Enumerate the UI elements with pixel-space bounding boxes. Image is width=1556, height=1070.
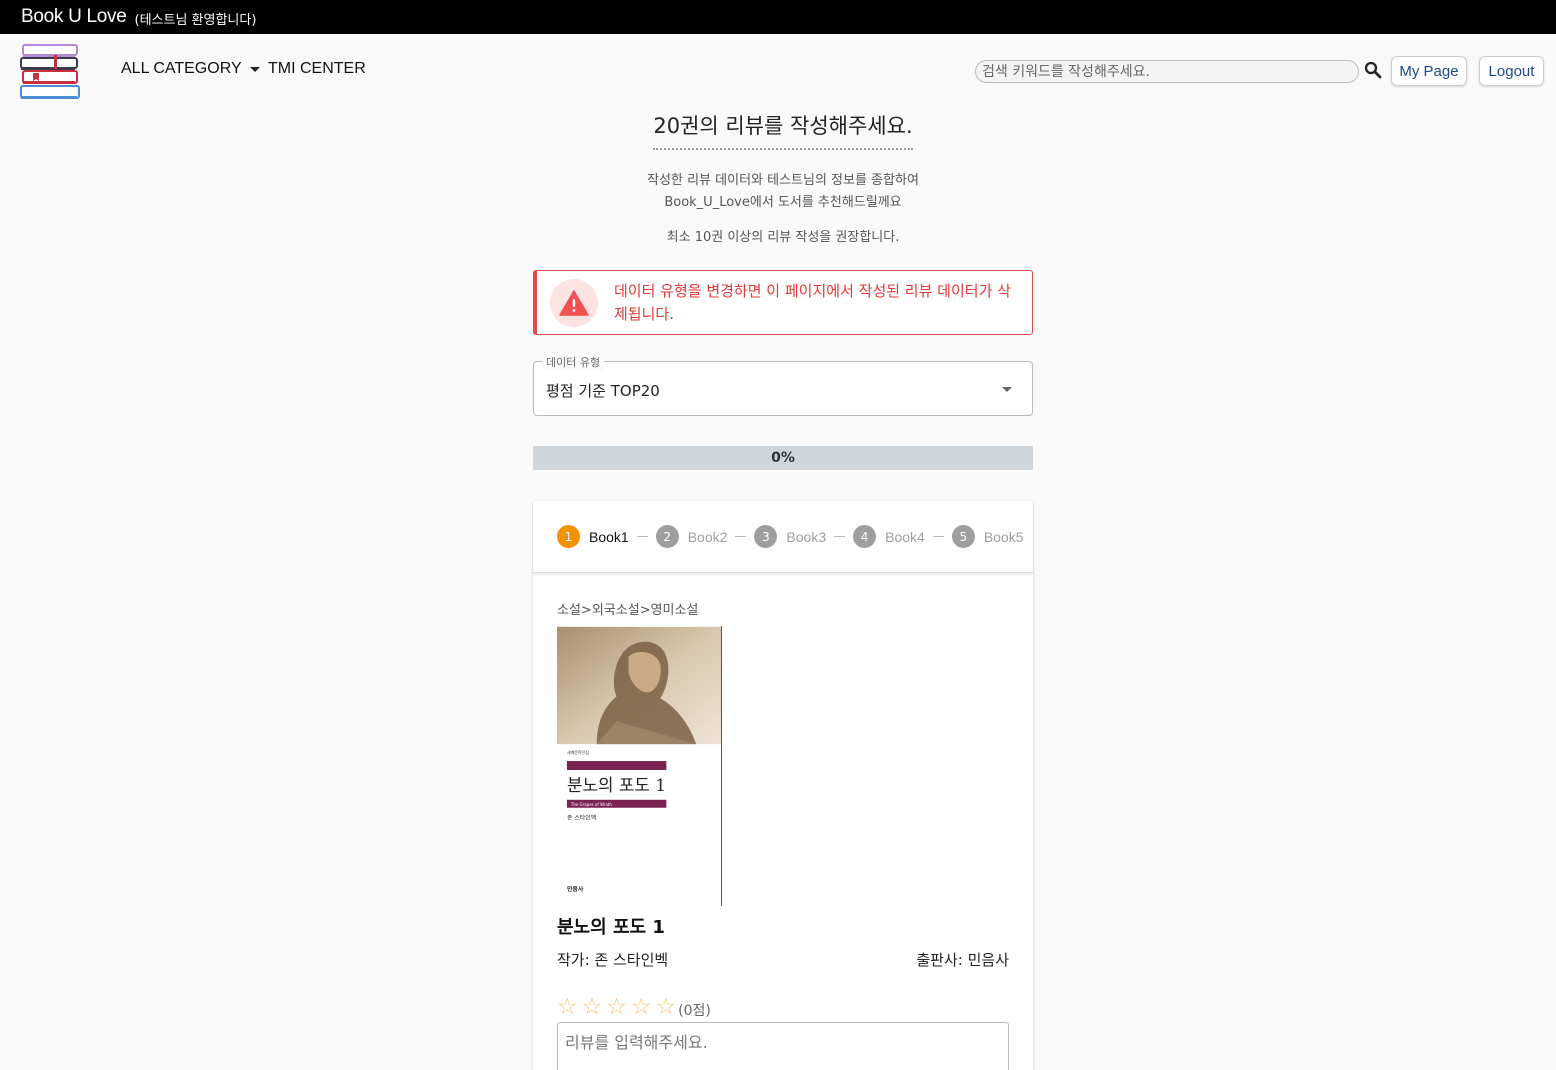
warning-icon [550, 278, 598, 327]
step-number: 3 [754, 525, 778, 548]
book-category: 소설>외국소설>영미소설 [557, 603, 699, 618]
tmi-center-link[interactable]: TMI CENTER [268, 60, 366, 78]
step-number: 5 [951, 525, 975, 548]
mypage-button[interactable]: My Page [1391, 56, 1467, 86]
star-icon[interactable]: ☆ [606, 995, 627, 1019]
star-icon[interactable]: ☆ [656, 995, 677, 1019]
recommend-text: 최소 10권 이상의 리뷰 작성을 권장합니다. [666, 230, 900, 245]
rating-score: (0점) [678, 1003, 711, 1019]
step-label: Book5 [983, 528, 1024, 545]
cover-series-text: 세계문학전집 [567, 750, 589, 755]
welcome-text: (테스트님 환영합니다) [134, 13, 257, 28]
review-card: 1 Book1 2 Book2 3 Book3 4 Book4 5 Book5 … [533, 501, 1033, 1070]
page-title-wrap: 20권의 리뷰를 작성해주세요. [533, 110, 1033, 150]
caret-down-icon [249, 66, 260, 72]
step-label: Book3 [786, 528, 827, 545]
search-icon[interactable] [1364, 61, 1382, 79]
step-connector [932, 536, 944, 537]
description-line-1: 작성한 리뷰 데이터와 테스트님의 정보를 종합하여 [647, 173, 919, 188]
cover-publisher-mark: 민음사 [567, 885, 584, 893]
star-rating[interactable]: ☆ ☆ ☆ ☆ ☆ (0점) [557, 994, 711, 1020]
warning-alert: 데이터 유형을 변경하면 이 페이지에서 작성된 리뷰 데이터가 삭제됩니다. [533, 270, 1033, 335]
step-book4[interactable]: 4 Book4 [853, 525, 925, 548]
step-number: 2 [655, 525, 679, 548]
cover-subtitle: The Grapes of Wrath [570, 802, 613, 807]
cover-title: 분노의 포도 1 [567, 775, 666, 795]
books-logo-icon[interactable] [20, 43, 82, 101]
step-label: Book4 [885, 528, 925, 545]
book-publisher: 출판사: 민음사 [916, 951, 1009, 969]
step-label: Book1 [589, 528, 629, 545]
select-value: 평점 기준 TOP20 [546, 382, 660, 400]
step-book2[interactable]: 2 Book2 [655, 525, 728, 548]
page-title: 20권의 리뷰를 작성해주세요. [653, 110, 913, 150]
star-icon[interactable]: ☆ [631, 995, 652, 1019]
step-connector [735, 536, 747, 537]
data-type-select[interactable]: 데이터 유형 평점 기준 TOP20 [533, 354, 1033, 416]
search-input[interactable] [975, 60, 1359, 83]
review-textarea[interactable] [557, 1022, 1009, 1070]
top-banner: Book U Love (테스트님 환영합니다) [0, 0, 1556, 34]
star-icon[interactable]: ☆ [557, 995, 578, 1019]
step-book5[interactable]: 5 Book5 [951, 525, 1024, 548]
book-author: 작가: 존 스타인벡 [557, 951, 669, 969]
description-line-2: Book_U_Love에서 도서를 추천해드릴께요 [664, 195, 902, 210]
step-book1[interactable]: 1 Book1 [557, 525, 629, 548]
step-connector [834, 536, 846, 537]
step-connector [636, 536, 648, 537]
book-stepper: 1 Book1 2 Book2 3 Book3 4 Book4 5 Book5 [533, 501, 1033, 573]
select-label: 데이터 유형 [542, 354, 605, 370]
progress-label: 0% [771, 450, 795, 466]
step-book3[interactable]: 3 Book3 [754, 525, 826, 548]
step-label: Book2 [687, 528, 728, 545]
all-category-label: ALL CATEGORY [121, 60, 242, 77]
progress-bar: 0% [533, 446, 1033, 470]
dropdown-arrow-icon [1002, 387, 1012, 392]
description: 작성한 리뷰 데이터와 테스트님의 정보를 종합하여 Book_U_Love에서… [533, 170, 1033, 214]
step-number: 1 [557, 525, 580, 548]
star-icon[interactable]: ☆ [582, 995, 603, 1019]
step-number: 4 [853, 525, 877, 548]
book-cover-image: 세계문학전집 분노의 포도 1 The Grapes of Wrath 존 스타… [557, 626, 722, 906]
warning-text: 데이터 유형을 변경하면 이 페이지에서 작성된 리뷰 데이터가 삭제됩니다. [614, 281, 1011, 323]
cover-author: 존 스타인벡 [567, 814, 596, 822]
logout-button[interactable]: Logout [1479, 56, 1544, 86]
book-title: 분노의 포도 1 [557, 917, 665, 938]
all-category-menu[interactable]: ALL CATEGORY [121, 60, 260, 78]
brand-name: Book U Love [21, 6, 127, 27]
